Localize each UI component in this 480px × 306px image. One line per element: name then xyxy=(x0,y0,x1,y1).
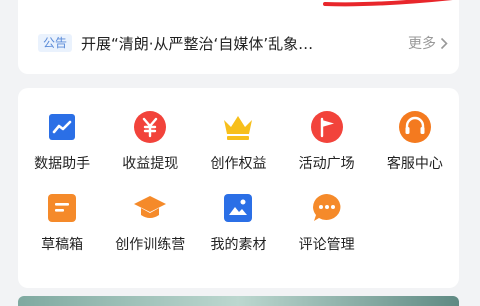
announcement-row[interactable]: 公告 开展“清朗·从严整治‘自媒体’乱象… 更多 xyxy=(38,32,448,54)
tool-my-materials[interactable]: 我的素材 xyxy=(194,191,282,254)
image-icon xyxy=(221,191,255,225)
tool-data-assistant[interactable]: 数据助手 xyxy=(18,110,106,173)
tool-label: 数据助手 xyxy=(34,156,91,172)
more-label: 更多 xyxy=(408,36,436,52)
tool-customer-service[interactable]: 客服中心 xyxy=(371,110,459,173)
creator-tools-card: 数据助手 收益提现 创作权益 活动广场 客服中心 草稿箱 创作训练营 我的素材 … xyxy=(18,88,459,288)
tool-training-camp[interactable]: 创作训练营 xyxy=(106,191,194,254)
tool-label: 活动广场 xyxy=(298,156,355,172)
tool-label: 草稿箱 xyxy=(41,237,84,253)
flag-icon xyxy=(310,110,344,144)
announcement-card: 公告 开展“清朗·从严整治‘自媒体’乱象… 更多 xyxy=(18,0,459,74)
chevron-right-icon xyxy=(440,37,448,49)
announcement-text[interactable]: 开展“清朗·从严整治‘自媒体’乱象… xyxy=(81,33,400,54)
tool-label: 收益提现 xyxy=(122,156,179,172)
tool-drafts[interactable]: 草稿箱 xyxy=(18,191,106,254)
chart-trend-icon xyxy=(45,110,79,144)
headset-icon xyxy=(398,110,432,144)
tool-label: 创作权益 xyxy=(210,156,267,172)
yen-icon xyxy=(133,110,167,144)
banner-image[interactable] xyxy=(18,296,459,306)
announcement-badge: 公告 xyxy=(38,34,73,52)
crown-icon xyxy=(221,110,255,144)
graduation-cap-icon xyxy=(133,191,167,225)
tool-withdraw-earnings[interactable]: 收益提现 xyxy=(106,110,194,173)
tools-grid: 数据助手 收益提现 创作权益 活动广场 客服中心 草稿箱 创作训练营 我的素材 … xyxy=(18,110,459,254)
tool-label: 客服中心 xyxy=(386,156,443,172)
tool-label: 我的素材 xyxy=(210,237,267,253)
tool-comment-management[interactable]: 评论管理 xyxy=(283,191,371,254)
tool-activity-plaza[interactable]: 活动广场 xyxy=(283,110,371,173)
draft-icon xyxy=(45,191,79,225)
tool-label: 创作训练营 xyxy=(115,237,186,253)
more-link[interactable]: 更多 xyxy=(408,33,448,53)
tool-creator-rights[interactable]: 创作权益 xyxy=(194,110,282,173)
comment-icon xyxy=(310,191,344,225)
tool-label: 评论管理 xyxy=(298,237,355,253)
red-annotation-stroke xyxy=(323,0,453,7)
